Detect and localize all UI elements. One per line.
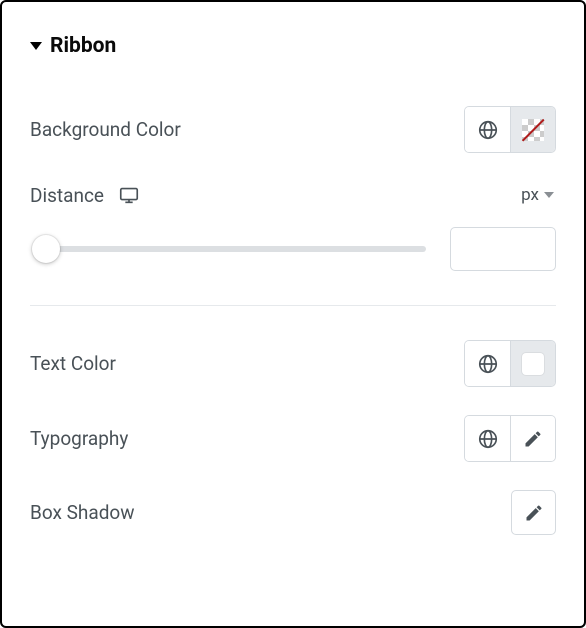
globe-icon xyxy=(477,119,499,141)
box-shadow-row: Box Shadow xyxy=(30,490,556,535)
divider xyxy=(30,305,556,306)
desktop-icon[interactable] xyxy=(118,184,140,206)
typography-controls xyxy=(464,415,556,462)
unit-select[interactable]: px xyxy=(519,181,556,209)
background-color-label: Background Color xyxy=(30,118,181,141)
typography-label: Typography xyxy=(30,427,128,450)
unit-value: px xyxy=(521,185,539,205)
text-color-row: Text Color xyxy=(30,340,556,387)
box-shadow-label: Box Shadow xyxy=(30,501,135,524)
background-color-row: Background Color xyxy=(30,106,556,153)
pencil-icon xyxy=(523,429,543,449)
text-color-label: Text Color xyxy=(30,352,116,375)
globe-icon xyxy=(477,428,499,450)
distance-label: Distance xyxy=(30,184,104,207)
edit-typography-button[interactable] xyxy=(510,416,555,461)
section-title: Ribbon xyxy=(50,34,116,58)
no-color-icon xyxy=(522,119,544,141)
text-color-swatch[interactable] xyxy=(510,341,555,386)
distance-input[interactable] xyxy=(450,227,556,271)
distance-slider[interactable] xyxy=(30,246,426,252)
ribbon-panel: Ribbon Background Color Dis xyxy=(2,2,584,567)
background-color-swatch[interactable] xyxy=(510,107,555,152)
slider-track xyxy=(42,246,426,252)
text-color-controls xyxy=(464,340,556,387)
collapse-icon xyxy=(30,42,42,50)
typography-row: Typography xyxy=(30,415,556,462)
section-header[interactable]: Ribbon xyxy=(30,34,556,58)
color-swatch-icon xyxy=(522,353,544,375)
distance-row: Distance px xyxy=(30,181,556,271)
background-color-controls xyxy=(464,106,556,153)
slider-thumb[interactable] xyxy=(32,235,60,263)
edit-box-shadow-button[interactable] xyxy=(511,490,556,535)
global-color-button[interactable] xyxy=(465,107,510,152)
pencil-icon xyxy=(524,503,544,523)
globe-icon xyxy=(477,353,499,375)
global-color-button[interactable] xyxy=(465,341,510,386)
global-typography-button[interactable] xyxy=(465,416,510,461)
chevron-down-icon xyxy=(544,192,554,198)
